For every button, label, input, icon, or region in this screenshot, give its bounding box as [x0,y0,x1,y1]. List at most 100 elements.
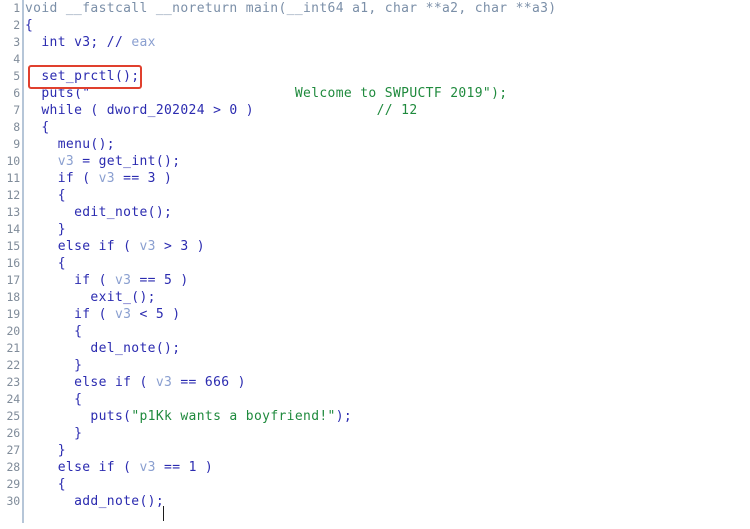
comparison: == 1 ) [155,460,214,475]
line-number: 24 [6,392,21,406]
code-line[interactable]: exit_(); [25,289,156,306]
code-line[interactable]: } [25,442,66,459]
line-number: 14 [6,222,21,236]
code-line[interactable]: { [25,187,66,204]
edit-note-call[interactable]: edit_note(); [74,205,172,220]
code-line[interactable]: if ( v3 == 5 ) [25,272,189,289]
code-line[interactable]: puts("p1Kk wants a boyfriend!"); [25,408,352,425]
comparison: > 3 ) [155,239,205,254]
line-number: 22 [6,358,21,372]
if-keyword: if ( [74,273,115,288]
code-line[interactable]: { [25,255,66,272]
code-line[interactable]: else if ( v3 == 666 ) [25,374,246,391]
del-note-call[interactable]: del_note(); [90,341,180,356]
variable-v3: v3 [139,239,156,254]
line-number: 2 [13,18,20,32]
code-line[interactable]: } [25,357,82,374]
line-number: 20 [6,324,21,338]
line-number: 4 [13,52,20,66]
code-line[interactable]: { [25,119,50,136]
line-number: 11 [6,171,21,185]
puts-call: puts( [90,409,132,424]
code-line[interactable]: } [25,425,82,442]
code-line-highlighted[interactable]: set_prctl(); [25,68,139,85]
code-line[interactable]: menu(); [25,136,115,153]
welcome-string-literal: Welcome to SWPUCTF 2019"); [294,86,508,101]
code-line[interactable]: if ( v3 < 5 ) [25,306,180,323]
whitespace-gap [254,103,377,118]
code-line[interactable]: { [25,391,82,408]
get-int-call[interactable]: = get_int(); [74,154,180,169]
code-line[interactable]: int v3; // eax [25,34,156,51]
line-number: 21 [6,341,21,355]
brace: { [25,18,34,33]
variable-v3: v3 [114,307,132,322]
line-number: 16 [6,256,21,270]
variable-v3: v3 [98,171,115,186]
code-line[interactable]: while ( dword_202024 > 0 ) // 12 [25,102,418,119]
code-text-area[interactable]: void __fastcall __noreturn main(__int64 … [25,0,750,529]
code-line[interactable]: { [25,323,82,340]
code-line[interactable]: else if ( v3 == 1 ) [25,459,213,476]
line-number: 9 [13,137,20,151]
code-line[interactable]: v3 = get_int(); [25,153,180,170]
comparison: == 5 ) [131,273,189,288]
variable-v3: v3 [114,273,132,288]
add-note-call[interactable]: add_note(); [74,494,164,509]
puts-call-open: puts(" [41,86,91,101]
line-number: 8 [13,120,20,134]
line-number-gutter: 1 2 3 4 5 6 7 8 9 10 11 12 13 14 15 16 1… [0,0,22,529]
line-number: 1 [13,1,20,15]
code-line[interactable]: del_note(); [25,340,180,357]
code-line[interactable]: puts(" Welcome to SWPUCTF 2019"); [25,85,507,102]
line-number: 30 [6,494,21,508]
code-line[interactable]: void __fastcall __noreturn main(__int64 … [25,0,556,17]
stmt-end: ); [335,409,353,424]
line-number: 5 [13,69,20,83]
pseudocode-editor-window: 1 2 3 4 5 6 7 8 9 10 11 12 13 14 15 16 1… [0,0,750,529]
code-line[interactable]: if ( v3 == 3 ) [25,170,172,187]
code-line[interactable]: { [25,17,33,34]
line-number: 17 [6,273,21,287]
line-number: 12 [6,188,21,202]
code-line[interactable]: { [25,476,66,493]
if-keyword: if ( [74,307,115,322]
line-number: 10 [6,154,21,168]
code-line[interactable]: } [25,221,66,238]
line-number: 7 [13,103,20,117]
exit-call[interactable]: exit_(); [90,290,155,305]
variable-v3: v3 [57,154,75,169]
code-line[interactable]: edit_note(); [25,204,172,221]
menu-call[interactable]: menu(); [58,137,115,152]
set-prctl-call[interactable]: set_prctl(); [41,69,139,84]
code-line[interactable]: add_note(); [25,493,164,510]
brace: { [41,120,50,135]
register-comment: eax [131,35,156,50]
if-keyword: if ( [57,171,99,186]
brace: { [57,188,66,203]
brace: } [57,443,66,458]
line-number: 27 [6,443,21,457]
declaration-stmt: int v3; // [41,35,132,50]
code-line[interactable]: else if ( v3 > 3 ) [25,238,205,255]
line-number: 23 [6,375,21,389]
brace: { [74,392,83,407]
